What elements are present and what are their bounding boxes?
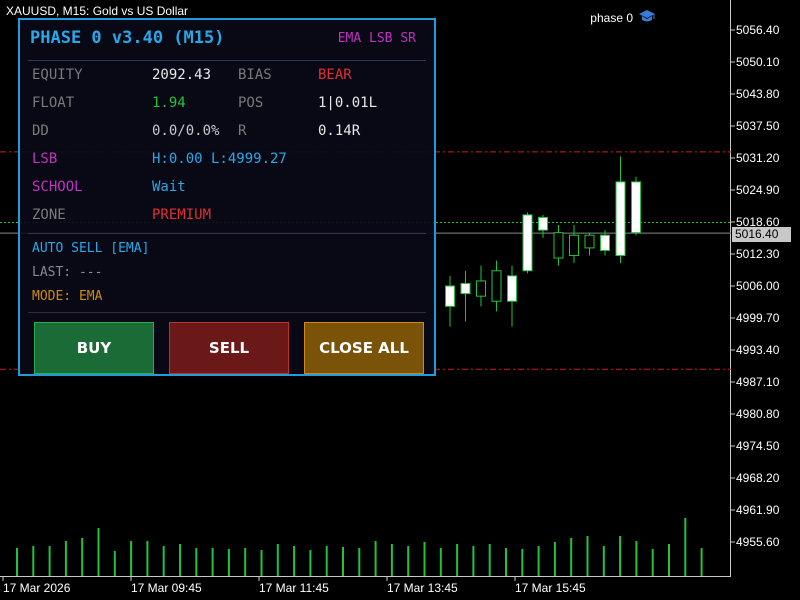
price-tick-label: 5043.80 — [736, 87, 780, 101]
time-tick-label: 17 Mar 09:45 — [131, 581, 202, 595]
price-tick-label: 5012.30 — [736, 247, 780, 261]
float-value: 1.94 — [152, 95, 186, 111]
price-tick-label: 4955.60 — [736, 535, 780, 549]
pos-label: POS — [238, 95, 264, 111]
buttons-divider — [28, 312, 426, 313]
pos-value: 1|0.01L — [318, 95, 378, 111]
price-tick-label: 4968.20 — [736, 471, 780, 485]
status-divider — [28, 233, 426, 234]
candle-body — [584, 234, 595, 249]
chart-symbol-title: XAUUSD, M15: Gold vs US Dollar — [6, 4, 189, 18]
lsb-value: H:0.00 L:4999.27 — [152, 151, 287, 167]
equity-value: 2092.43 — [152, 67, 212, 83]
candle-body — [507, 275, 517, 302]
equity-label: EQUITY — [32, 67, 83, 83]
expert-advisor-badge[interactable]: phase 0 — [590, 9, 656, 26]
candle-body — [522, 214, 533, 272]
graduation-cap-icon — [638, 9, 656, 26]
zone-label: ZONE — [32, 207, 66, 223]
price-tick-label: 5024.90 — [736, 183, 780, 197]
candle-body — [445, 285, 455, 307]
time-tick-label: 17 Mar 13:45 — [387, 581, 458, 595]
school-value: Wait — [152, 179, 186, 195]
price-tick-label: 5006.00 — [736, 279, 780, 293]
candle-body — [538, 216, 548, 231]
price-tick-label: 5037.50 — [736, 119, 780, 133]
dd-label: DD — [32, 123, 49, 139]
r-label: R — [238, 123, 247, 139]
current-price-tag: 5016.40 — [732, 227, 791, 242]
bias-label: BIAS — [238, 67, 272, 83]
candle-body — [615, 181, 626, 257]
candle-body — [600, 234, 610, 251]
price-tick-label: 4999.70 — [736, 311, 780, 325]
title-divider — [28, 60, 426, 61]
auto-trade-status: AUTO SELL [EMA] — [32, 241, 150, 256]
candle-body — [460, 282, 471, 295]
candle-body — [476, 280, 486, 297]
price-tick-label: 5056.40 — [736, 23, 780, 37]
buy-button[interactable]: BUY — [34, 322, 154, 374]
time-tick-label: 17 Mar 11:45 — [259, 581, 329, 595]
panel-title: PHASE 0 v3.40 (M15) — [30, 28, 225, 48]
price-tick-label: 4961.90 — [736, 503, 780, 517]
candle-body — [569, 234, 579, 257]
sell-button[interactable]: SELL — [169, 322, 289, 374]
price-tick-label: 4974.50 — [736, 439, 780, 453]
candle-body — [631, 181, 641, 234]
time-tick-label: 17 Mar 15:45 — [515, 581, 586, 595]
bias-value: BEAR — [318, 67, 352, 83]
r-value: 0.14R — [318, 123, 361, 139]
candle-body — [491, 270, 502, 302]
price-tick-label: 4993.40 — [736, 343, 780, 357]
last-trade-status: LAST: --- — [32, 265, 103, 280]
ea-name-label: phase 0 — [590, 10, 633, 25]
school-label: SCHOOL — [32, 179, 83, 195]
mode-status: MODE: EMA — [32, 289, 103, 304]
float-label: FLOAT — [32, 95, 75, 111]
lsb-label: LSB — [32, 151, 58, 167]
price-tick-label: 5050.10 — [736, 55, 780, 69]
price-tick-label: 4987.10 — [736, 375, 780, 389]
time-tick-label: 17 Mar 2026 — [3, 581, 71, 595]
strategy-tags: EMA LSB SR — [337, 31, 416, 46]
dd-value: 0.0/0.0% — [152, 123, 220, 139]
close-all-button[interactable]: CLOSE ALL — [304, 322, 424, 374]
zone-value: PREMIUM — [152, 207, 212, 223]
price-tick-label: 4980.80 — [736, 407, 780, 421]
price-tick-label: 5031.20 — [736, 151, 780, 165]
candle-body — [553, 232, 564, 259]
trading-panel: PHASE 0 v3.40 (M15) EMA LSB SR EQUITY 20… — [18, 18, 436, 376]
